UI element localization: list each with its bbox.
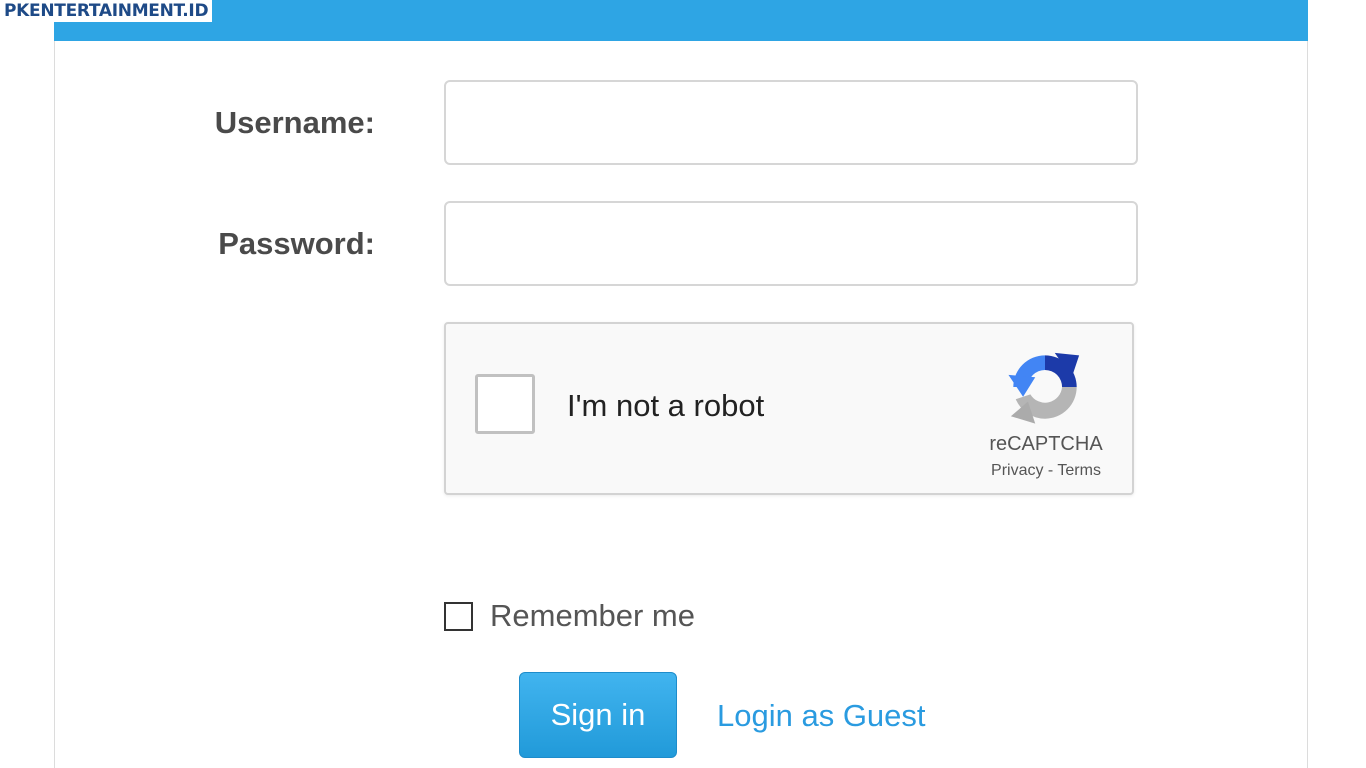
header-bar: [54, 0, 1308, 41]
username-input[interactable]: [444, 80, 1138, 165]
username-label: Username:: [214, 105, 375, 140]
password-label: Password:: [218, 226, 375, 261]
recaptcha-logo-icon: [1008, 352, 1080, 424]
recaptcha-links: Privacy - Terms: [966, 462, 1126, 480]
recaptcha-widget: I'm not a robot reCAPTCHA Privacy - Term…: [444, 322, 1134, 495]
terms-link[interactable]: Terms: [1057, 462, 1101, 479]
privacy-link[interactable]: Privacy: [991, 462, 1043, 479]
remember-me-label[interactable]: Remember me: [490, 598, 695, 634]
recaptcha-checkbox[interactable]: [475, 374, 535, 434]
password-input[interactable]: [444, 201, 1138, 286]
links-separator: -: [1043, 462, 1058, 479]
recaptcha-label: I'm not a robot: [567, 388, 765, 423]
login-as-guest-link[interactable]: Login as Guest: [717, 698, 926, 734]
remember-me-checkbox[interactable]: [444, 602, 473, 631]
recaptcha-brand: reCAPTCHA: [989, 433, 1103, 455]
sign-in-button[interactable]: Sign in: [519, 672, 677, 758]
watermark-logo: PKENTERTAINMENT.ID: [0, 0, 213, 22]
